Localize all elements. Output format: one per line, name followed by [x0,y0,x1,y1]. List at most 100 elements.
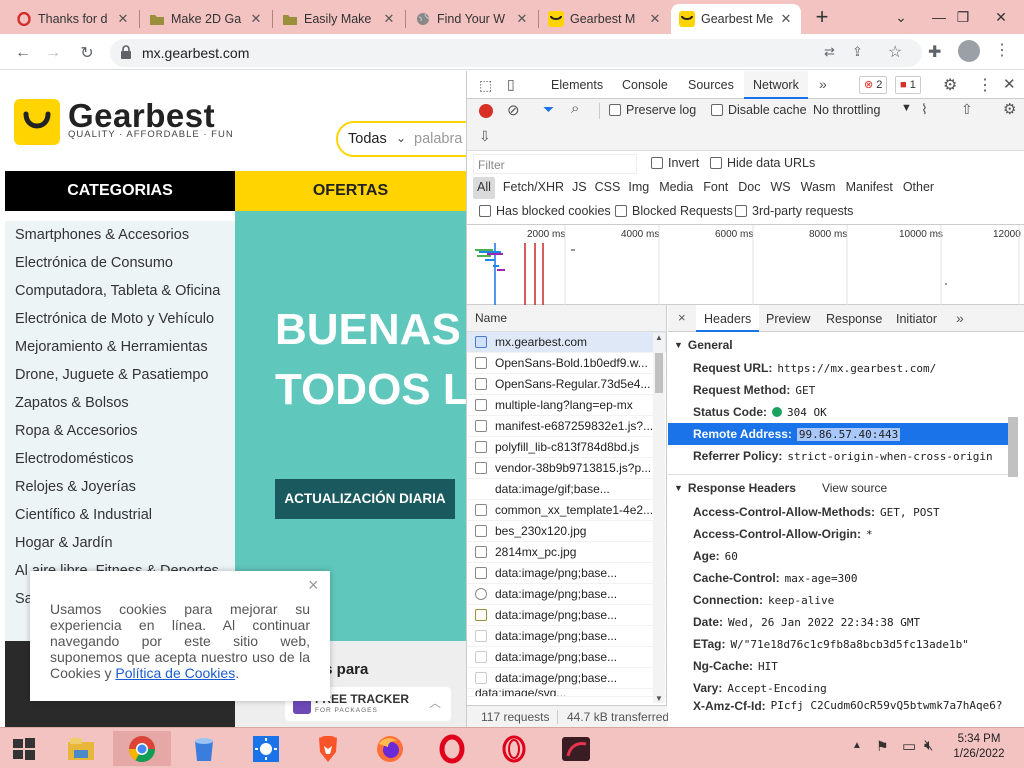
network-status-icon[interactable]: ▭ [902,737,916,755]
category-item[interactable]: Hogar & Jardín [5,529,235,557]
forward-button[interactable]: → [42,42,64,64]
cookie-close-button[interactable]: × [308,575,319,596]
network-overview-timeline[interactable]: 2000 ms 4000 ms 6000 ms 8000 ms 10000 ms… [467,225,1024,305]
tab-network[interactable]: Network [744,71,808,99]
weather-app-taskbar-icon[interactable] [237,731,295,766]
browser-tab[interactable]: Thanks for d ✕ [8,4,138,34]
error-count-badge[interactable]: ⊗ 2 [859,76,888,94]
tab-response[interactable]: Response [826,312,882,326]
request-row[interactable]: manifest-e687259832e1.js?... [467,416,666,437]
view-source-link[interactable]: View source [822,481,887,495]
request-row[interactable]: data:image/png;base... [467,647,666,668]
brave-taskbar-icon[interactable] [299,731,357,766]
record-icon[interactable] [479,104,493,118]
category-item[interactable]: Relojes & Joyerías [5,473,235,501]
detail-scrollbar-thumb[interactable] [1008,417,1018,477]
opera-taskbar-icon[interactable] [423,731,481,766]
category-item[interactable]: Drone, Juguete & Pasatiempo [5,361,235,389]
request-list-scrollbar[interactable]: ▲ ▼ [653,333,665,703]
reload-button[interactable]: ↻ [76,42,98,64]
network-conditions-icon[interactable]: ⌇ [921,101,928,118]
cookie-policy-link[interactable]: Política de Cookies [115,665,235,681]
request-row[interactable]: vendor-38b9b9713815.js?p... [467,458,666,479]
request-row[interactable]: 2814mx_pc.jpg [467,542,666,563]
chevron-up-icon[interactable]: ︿ [429,694,441,711]
browser-tab[interactable]: Make 2D Ga ✕ [141,4,271,34]
start-button[interactable] [0,731,48,766]
type-filter-img[interactable]: Img [620,177,649,199]
close-tab-icon[interactable]: ✕ [648,11,662,27]
close-tab-icon[interactable]: ✕ [249,11,263,27]
blocked-cookies-checkbox[interactable]: Has blocked cookies [479,204,611,218]
request-row[interactable]: data:image/svg... [467,689,666,697]
request-row[interactable]: data:image/png;base... [467,626,666,647]
extensions-icon[interactable]: ✚ [928,42,941,62]
hide-data-urls-checkbox[interactable]: Hide data URLs [710,156,815,170]
devtools-menu-icon[interactable]: ⋮ [977,75,993,95]
tab-initiator[interactable]: Initiator [896,312,937,326]
issue-count-badge[interactable]: ■ 1 [895,76,921,94]
chrome-taskbar-icon[interactable] [113,731,171,766]
category-item[interactable]: Computadora, Tableta & Oficina [5,277,235,305]
request-row[interactable]: data:image/png;base... [467,605,666,626]
translate-icon[interactable]: ⇄ [824,44,835,60]
request-row[interactable]: OpenSans-Bold.1b0edf9.w... [467,353,666,374]
request-row[interactable]: data:image/gif;base... [467,479,666,500]
browser-tab[interactable]: Easily Make ✕ [274,4,404,34]
show-hidden-icons[interactable]: ▲ [852,740,862,751]
request-row[interactable]: OpenSans-Regular.73d5e4... [467,374,666,395]
firefox-taskbar-icon[interactable] [361,731,419,766]
browser-tab[interactable]: Gearbest M ✕ [540,4,670,34]
type-filter-other[interactable]: Other [893,177,934,199]
tab-elements[interactable]: Elements [551,78,603,92]
site-search-input[interactable]: palabra [414,131,462,147]
disable-cache-checkbox[interactable]: Disable cache [711,103,807,117]
network-settings-icon[interactable]: ⚙ [1003,100,1016,118]
flag-notification-icon[interactable]: ⚑ [876,738,889,755]
profile-avatar-icon[interactable] [958,40,980,62]
volume-muted-icon[interactable]: 🔇︎ [924,737,933,754]
preserve-log-checkbox[interactable]: Preserve log [609,103,696,117]
share-icon[interactable]: ⇪ [852,44,863,60]
type-filter-font[interactable]: Font [693,177,728,199]
opera-gx-taskbar-icon[interactable] [485,731,543,766]
type-filter-fetch[interactable]: Fetch/XHR [495,177,564,199]
file-explorer-taskbar-icon[interactable] [52,731,110,766]
type-filter-all[interactable]: All [473,177,495,199]
back-button[interactable]: ← [12,42,34,64]
browser-tab-active[interactable]: Gearbest Me ✕ [671,4,801,34]
response-headers-header[interactable]: ▼ Response Headers View source [668,475,1008,501]
category-item[interactable]: Zapatos & Bolsos [5,389,235,417]
request-row[interactable]: data:image/png;base... [467,584,666,605]
system-clock[interactable]: 5:34 PM 1/26/2022 [944,732,1014,762]
type-filter-js[interactable]: JS [564,177,587,199]
address-bar[interactable]: mx.gearbest.com ⇄ ⇪ ☆ [110,39,922,67]
nav-categories[interactable]: CATEGORIAS [5,171,235,211]
recycle-bin-taskbar-icon[interactable] [175,731,233,766]
invert-checkbox[interactable]: Invert [651,156,699,170]
request-row-selected[interactable]: mx.gearbest.com [467,332,666,353]
nav-offers[interactable]: OFERTAS [235,171,466,211]
search-category-select[interactable]: Todas [348,131,387,147]
close-window-button[interactable]: ✕ [978,0,1024,34]
export-har-icon[interactable]: ⇩ [479,128,491,145]
inspect-element-icon[interactable]: ⬚ [479,77,492,94]
filter-input[interactable]: Filter [473,154,637,174]
scrollbar-thumb[interactable] [655,353,663,393]
browser-menu-icon[interactable]: ⋮ [994,40,1010,60]
settings-gear-icon[interactable]: ⚙ [943,75,957,95]
blocked-requests-checkbox[interactable]: Blocked Requests [615,204,733,218]
category-item[interactable]: Electrónica de Consumo [5,249,235,277]
import-har-icon[interactable]: ⇧ [961,101,973,118]
more-detail-tabs-icon[interactable]: » [956,310,964,326]
search-icon[interactable]: ⌕ [571,100,579,117]
category-item[interactable]: Electrodomésticos [5,445,235,473]
bookmark-star-icon[interactable]: ☆ [888,42,902,62]
more-tabs-icon[interactable]: » [819,76,827,92]
type-filter-manifest[interactable]: Manifest [836,177,893,199]
tab-sources[interactable]: Sources [688,78,734,92]
category-item[interactable]: Científico & Industrial [5,501,235,529]
type-filter-doc[interactable]: Doc [728,177,760,199]
close-detail-icon[interactable]: × [678,310,686,325]
type-filter-media[interactable]: Media [649,177,693,199]
